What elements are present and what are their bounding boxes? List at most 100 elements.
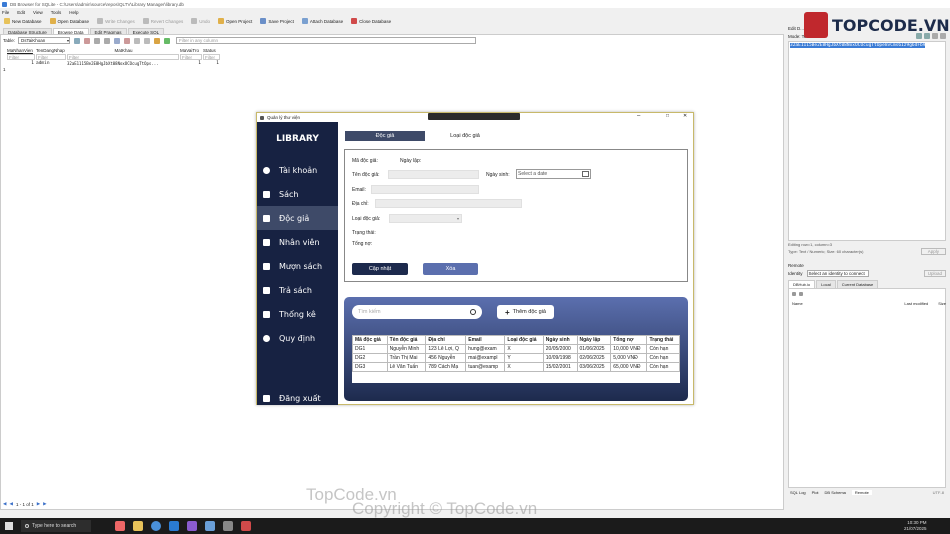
menu-edit[interactable]: Edit <box>17 10 25 15</box>
column-header-status[interactable]: Status <box>203 48 221 53</box>
cell[interactable]: mai@exampl <box>465 353 506 363</box>
cell[interactable]: 1 <box>203 61 221 66</box>
tab-doc-gia[interactable]: Độc giả <box>345 131 425 141</box>
first-page-icon[interactable]: ◀ <box>3 501 6 507</box>
tab-dbhub[interactable]: DBHub.io <box>788 280 816 288</box>
table-select[interactable]: DsTaiKhoan ▾ <box>18 37 71 44</box>
chrome-icon[interactable] <box>151 521 161 531</box>
logout-button[interactable]: Đăng xuất <box>257 386 338 410</box>
sidebar-item-tai-khoan[interactable]: Tài khoản <box>257 158 338 182</box>
dia-chi-input[interactable] <box>375 199 522 208</box>
clock[interactable]: 10:30 PM 21/07/2025 <box>904 520 927 532</box>
ngay-sinh-datepicker[interactable]: Select a date <box>516 169 591 179</box>
open-project-button[interactable]: Open Project <box>218 18 252 24</box>
add-reader-button[interactable]: + Thêm độc giả <box>497 305 554 319</box>
cell[interactable]: Y <box>504 353 544 363</box>
cell[interactable]: 1 <box>180 61 203 66</box>
taskbar-search[interactable]: Type here to search <box>21 520 91 532</box>
minimize-button[interactable]: – <box>637 113 640 119</box>
recorder-icon[interactable] <box>241 521 251 531</box>
maximize-button[interactable]: □ <box>666 113 669 119</box>
revert-changes-button[interactable]: Revert Changes <box>142 18 183 24</box>
delete-record-icon[interactable] <box>124 37 131 44</box>
refresh-icon[interactable] <box>792 292 796 296</box>
color-icon[interactable] <box>154 37 161 44</box>
column-header[interactable]: Mã độc giả <box>352 335 388 345</box>
prev-page-icon[interactable]: ◀ <box>9 501 12 507</box>
table-row[interactable]: 1 admin 32aE1115Be2E8HgJbXt08NoxOCOcugTt… <box>7 60 221 67</box>
column-name[interactable]: Name <box>792 301 803 306</box>
tab-db-schema[interactable]: DB Schema <box>825 490 846 495</box>
filter-input[interactable]: Filter <box>36 53 66 60</box>
column-header[interactable]: Email <box>465 335 506 345</box>
sidebar-item-quy-dinh[interactable]: Quy định <box>257 326 338 350</box>
menu-file[interactable]: File <box>2 10 9 15</box>
attach-database-button[interactable]: Attach Database <box>301 18 343 24</box>
cell[interactable]: 10/09/1998 <box>542 353 578 363</box>
cell[interactable]: 32aE1115Be2E8HgJbXt08NoxOCOcugTtOps... <box>67 61 180 66</box>
cell[interactable]: Trần Thị Mai <box>386 353 427 363</box>
cell[interactable]: DG1 <box>352 344 388 354</box>
last-page-icon[interactable]: ▶ <box>43 501 46 507</box>
cell[interactable]: Còn hạn <box>646 353 680 363</box>
search-input[interactable]: Tìm kiếm <box>352 305 482 319</box>
sidebar-item-tra-sach[interactable]: Trả sách <box>257 278 338 302</box>
column-header-matkhau[interactable]: MatKhau <box>67 48 180 53</box>
cell[interactable]: 20/05/2000 <box>542 344 578 354</box>
insert-record-icon[interactable] <box>114 37 121 44</box>
column-filter-input[interactable]: Filter in any column <box>176 37 477 44</box>
db-browser-icon[interactable] <box>205 521 215 531</box>
cell[interactable]: tuan@examp <box>465 362 506 372</box>
column-header[interactable]: Tổng nợ <box>610 335 648 345</box>
close-button[interactable]: ✕ <box>683 113 687 119</box>
cell[interactable]: Lê Văn Tuấn <box>386 362 427 372</box>
clone-icon[interactable] <box>799 292 803 296</box>
column-size[interactable]: Size <box>938 301 946 306</box>
bold-icon[interactable] <box>134 37 141 44</box>
tab-remote[interactable]: Remote <box>851 490 872 495</box>
cell[interactable]: 01/06/2025 <box>576 344 612 354</box>
cell[interactable]: 03/06/2025 <box>576 362 612 372</box>
cell[interactable]: hung@exam <box>465 344 506 354</box>
cell-editor[interactable]: 32aE1115Be2E8HgJbXt08NoxOCOcugTtOpe8vCms… <box>788 41 946 241</box>
next-page-icon[interactable]: ▶ <box>37 501 40 507</box>
visual-studio-icon[interactable] <box>187 521 197 531</box>
cell[interactable]: DG3 <box>352 362 388 372</box>
cell[interactable]: Nguyễn Minh <box>386 344 427 354</box>
sidebar-item-sach[interactable]: Sách <box>257 182 338 206</box>
cell[interactable]: Còn hạn <box>646 362 680 372</box>
refresh-icon[interactable] <box>74 37 81 44</box>
windows-start-icon[interactable] <box>5 522 13 530</box>
update-button[interactable]: Cập nhật <box>352 263 408 275</box>
write-changes-button[interactable]: Write Changes <box>97 18 135 24</box>
column-header[interactable]: Ngày sinh <box>542 335 578 345</box>
open-database-button[interactable]: Open Database <box>49 18 89 24</box>
filter-input[interactable]: Filter <box>67 53 179 60</box>
column-header[interactable]: Trạng thái <box>646 335 680 345</box>
cell[interactable]: 1 <box>7 61 36 66</box>
cell[interactable]: 65,000 VNĐ <box>610 362 648 372</box>
cell[interactable]: DG2 <box>352 353 388 363</box>
tab-sql-log[interactable]: SQL Log <box>790 490 806 495</box>
ten-doc-gia-input[interactable] <box>388 170 479 179</box>
delete-button[interactable]: Xóa <box>423 263 478 275</box>
column-last-modified[interactable]: Last modified <box>904 301 928 306</box>
menu-tools[interactable]: Tools <box>51 10 62 15</box>
cell[interactable]: X <box>504 344 544 354</box>
cell[interactable]: 789 Cách Mạ <box>425 362 467 372</box>
save-project-button[interactable]: Save Project <box>260 18 294 24</box>
filter-input[interactable]: Filter <box>203 53 220 60</box>
apply-button[interactable]: Apply <box>920 248 946 255</box>
save-table-icon[interactable] <box>94 37 101 44</box>
filter-input[interactable]: Filter <box>180 53 202 60</box>
menu-help[interactable]: Help <box>69 10 78 15</box>
table-row[interactable]: DG1 Nguyễn Minh 123 Lê Lợi, Qhung@exam X 20/… <box>352 344 680 354</box>
tab-local[interactable]: Local <box>816 280 836 288</box>
cell[interactable]: Còn hạn <box>646 344 680 354</box>
column-header-manhanvien[interactable]: MaNhanVien <box>7 48 36 53</box>
sidebar-item-doc-gia[interactable]: Độc giả <box>257 206 338 230</box>
clear-filters-icon[interactable] <box>84 37 91 44</box>
email-input[interactable] <box>371 185 479 194</box>
italic-icon[interactable] <box>144 37 151 44</box>
table-row[interactable]: DG3 Lê Văn Tuấn 789 Cách Mạ tuan@examp X 15/0… <box>352 362 680 372</box>
